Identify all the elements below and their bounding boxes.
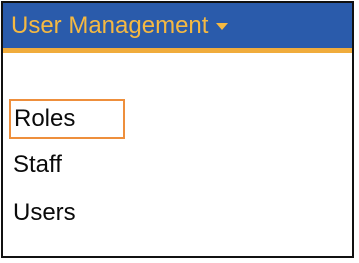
menu-item-label: Staff <box>13 151 62 178</box>
menu-item-staff[interactable]: Staff <box>9 145 62 185</box>
menu-item-roles[interactable]: Roles <box>9 99 125 139</box>
menu-item-users[interactable]: Users <box>9 193 76 233</box>
menu-item-label: Users <box>13 199 76 226</box>
caret-down-icon <box>216 23 229 30</box>
menu-item-label: Roles <box>14 105 76 132</box>
user-management-dropdown: User Management Roles Staff Users <box>1 1 354 258</box>
menu-title: User Management <box>11 11 209 39</box>
user-management-menu-toggle[interactable]: User Management <box>3 3 352 53</box>
